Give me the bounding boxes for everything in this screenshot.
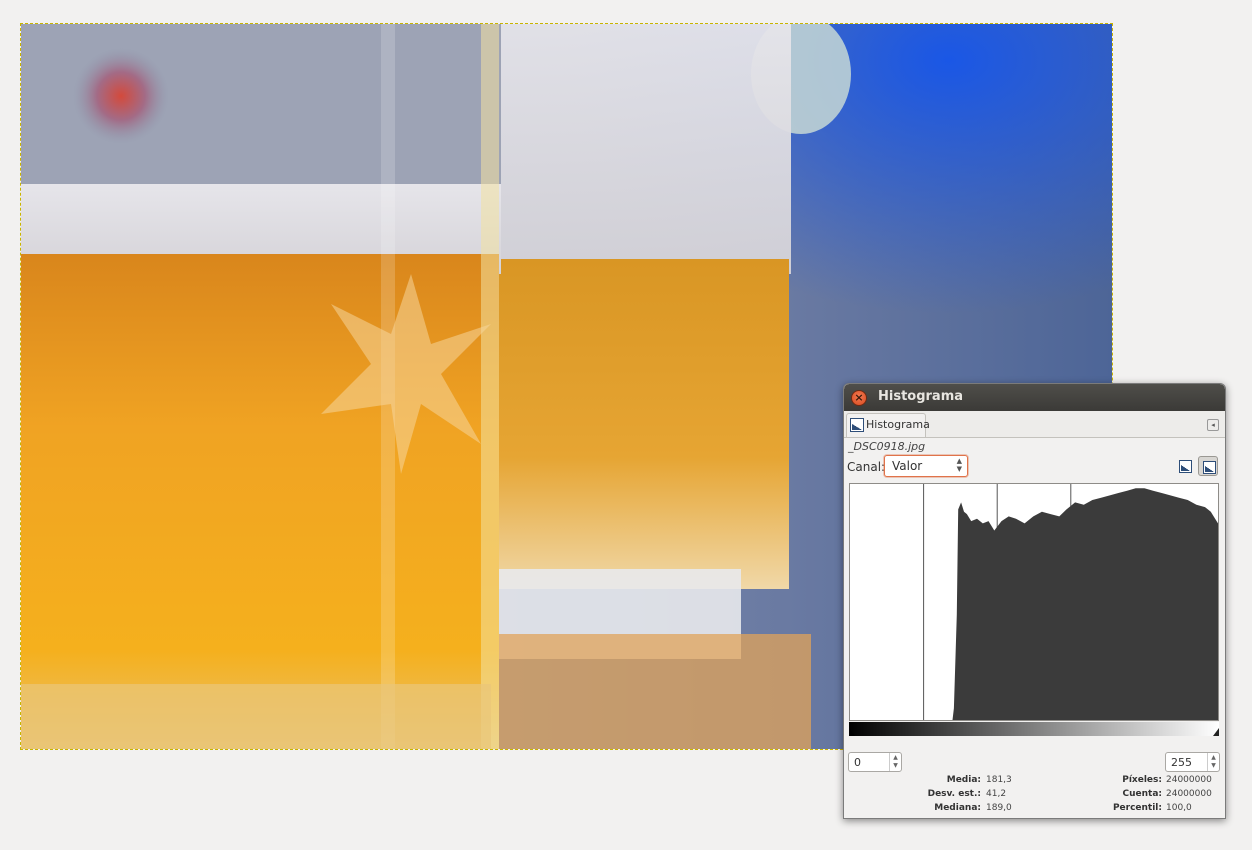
spin-arrows-icon[interactable]: ▲ ▼	[1207, 753, 1219, 771]
value-gradient-strip[interactable]	[849, 722, 1219, 736]
stat-mean-value: 181,3	[986, 775, 1012, 785]
range-low-marker[interactable]	[849, 728, 855, 736]
stat-pixels-value: 24000000	[1166, 775, 1212, 785]
close-icon[interactable]: ×	[851, 390, 867, 406]
range-high-value: 255	[1171, 756, 1192, 769]
stat-stddev-value: 41,2	[986, 789, 1007, 799]
stat-median-label: Mediana:	[934, 803, 981, 813]
histogram-icon	[850, 418, 864, 432]
stat-percentile-label: Percentil:	[1112, 803, 1162, 813]
channel-select-value: Valor	[892, 459, 923, 473]
log-scale-icon	[1203, 461, 1216, 474]
histogram-view[interactable]	[849, 483, 1219, 721]
stat-pixels-label: Píxeles:	[1122, 775, 1162, 785]
range-low-spinbutton[interactable]: 0 ▲ ▼	[848, 752, 902, 772]
dock-tabbar: Histograma ◂	[844, 411, 1225, 438]
range-high-spinbutton[interactable]: 255 ▲ ▼	[1165, 752, 1220, 772]
channel-select[interactable]: Valor ▲ ▼	[884, 455, 968, 477]
tab-histogram-label: Histograma	[866, 418, 930, 431]
range-high-marker[interactable]	[1213, 728, 1219, 736]
image-filename: _DSC0918.jpg	[848, 440, 926, 453]
stat-stddev-label: Desv. est.:	[927, 789, 981, 799]
linear-scale-icon	[1179, 460, 1192, 473]
stat-median-value: 189,0	[986, 803, 1012, 813]
stat-percentile-value: 100,0	[1166, 803, 1192, 813]
histogram-bars	[850, 488, 1218, 720]
stat-count-value: 24000000	[1166, 789, 1212, 799]
tab-histogram[interactable]: Histograma	[846, 413, 930, 437]
stat-count-label: Cuenta:	[1122, 789, 1163, 799]
updown-arrows-icon: ▲ ▼	[956, 457, 962, 473]
linear-scale-button[interactable]	[1175, 456, 1195, 476]
range-low-value: 0	[854, 756, 861, 769]
histogram-dialog: × Histograma Histograma ◂ _DSC0918.jpg C…	[843, 383, 1226, 819]
tab-menu-icon[interactable]: ◂	[1207, 419, 1219, 431]
histogram-graph	[850, 484, 1218, 720]
dialog-titlebar[interactable]: × Histograma	[844, 384, 1225, 411]
channel-label: Canal:	[847, 460, 886, 474]
dialog-title: Histograma	[878, 389, 964, 404]
log-scale-button[interactable]	[1198, 456, 1218, 476]
stat-mean-label: Media:	[946, 775, 981, 785]
spin-arrows-icon[interactable]: ▲ ▼	[889, 753, 901, 771]
